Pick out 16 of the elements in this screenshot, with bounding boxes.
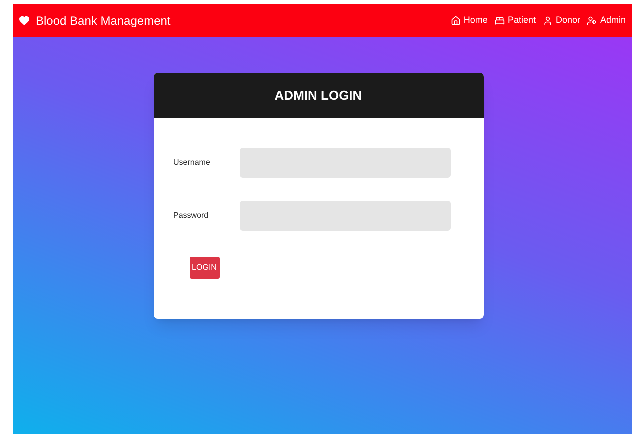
nav-link[interactable]: Admin <box>587 14 626 28</box>
input-field[interactable] <box>240 148 450 178</box>
card-title: ADMIN LOGIN <box>274 86 362 105</box>
login-button[interactable]: LOGIN <box>190 257 220 279</box>
user-gear-icon <box>587 16 598 26</box>
brand-title: Blood Bank Management <box>36 12 171 30</box>
home-icon <box>450 16 461 26</box>
field-label: Password <box>174 210 210 222</box>
input-field[interactable] <box>240 201 450 231</box>
field-label: Username <box>174 157 212 169</box>
heart-icon <box>19 15 30 26</box>
user-icon <box>542 16 553 26</box>
nav-link[interactable]: Home <box>450 14 488 28</box>
bed-icon <box>494 16 505 26</box>
nav-link[interactable]: Patient <box>494 14 536 28</box>
nav-link[interactable]: Donor <box>542 14 580 28</box>
